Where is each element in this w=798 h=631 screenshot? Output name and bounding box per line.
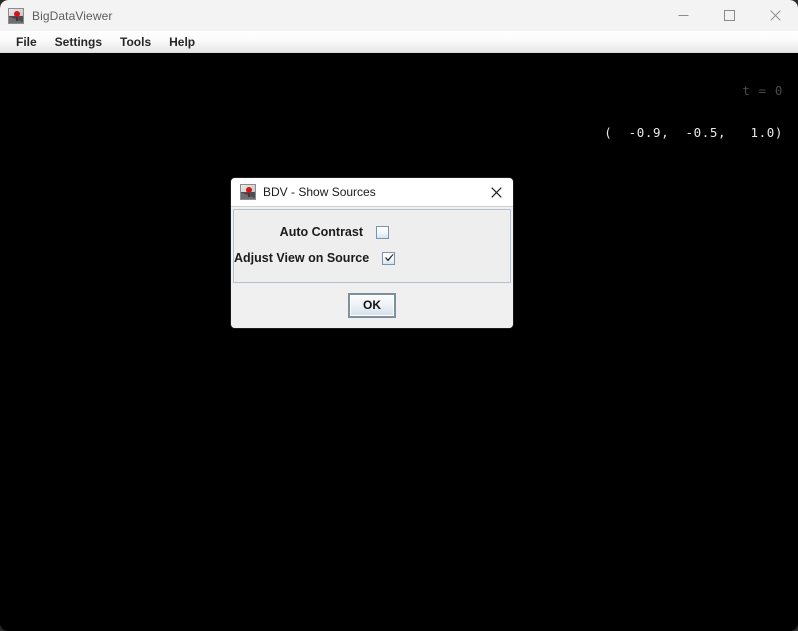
dialog-title: BDV - Show Sources [263, 185, 376, 199]
icon-red-marker-shape [246, 187, 252, 193]
maximize-button[interactable] [706, 0, 752, 31]
viewer-canvas[interactable]: t = 0 ( -0.9, -0.5, 1.0) [0, 53, 798, 631]
window-controls [660, 0, 798, 31]
show-sources-dialog: BDV - Show Sources Auto Contrast Adjust … [230, 177, 514, 329]
auto-contrast-label: Auto Contrast [279, 225, 363, 239]
overlay-coordinates-label: ( -0.9, -0.5, 1.0) [604, 125, 783, 140]
dialog-icon-wrap [240, 184, 256, 200]
auto-contrast-row: Auto Contrast [234, 219, 510, 245]
adjust-view-on-source-checkbox[interactable] [382, 251, 396, 265]
minimize-button[interactable] [660, 0, 706, 31]
menu-item-help[interactable]: Help [160, 33, 204, 52]
window-titlebar: BigDataViewer [0, 0, 798, 31]
icon-red-marker-shape [14, 10, 20, 17]
bigdataviewer-window: BigDataViewer File Settings Tools Help t… [0, 0, 798, 631]
overlay-timepoint-label: t = 0 [742, 83, 783, 98]
viewer-overlay: t = 0 ( -0.9, -0.5, 1.0) [604, 56, 783, 168]
dialog-content-panel: Auto Contrast Adjust View on Source [233, 209, 511, 283]
dialog-button-panel: OK [231, 283, 513, 328]
adjust-view-on-source-label: Adjust View on Source [234, 251, 370, 265]
menu-item-settings[interactable]: Settings [46, 33, 111, 52]
bigdataviewer-app-icon [240, 184, 256, 200]
menu-item-tools[interactable]: Tools [111, 33, 160, 52]
ok-button[interactable]: OK [348, 293, 396, 318]
window-title: BigDataViewer [32, 8, 113, 23]
bigdataviewer-app-icon [8, 7, 24, 24]
auto-contrast-checkbox[interactable] [376, 225, 389, 239]
menubar: File Settings Tools Help [0, 31, 798, 53]
menu-item-file[interactable]: File [7, 33, 46, 52]
close-button[interactable] [752, 0, 798, 31]
adjust-view-on-source-row: Adjust View on Source [234, 245, 510, 271]
dialog-close-button[interactable] [479, 178, 513, 206]
dialog-titlebar: BDV - Show Sources [231, 178, 513, 207]
checkmark-icon [385, 253, 395, 261]
titlebar-left-group: BigDataViewer [8, 0, 112, 31]
